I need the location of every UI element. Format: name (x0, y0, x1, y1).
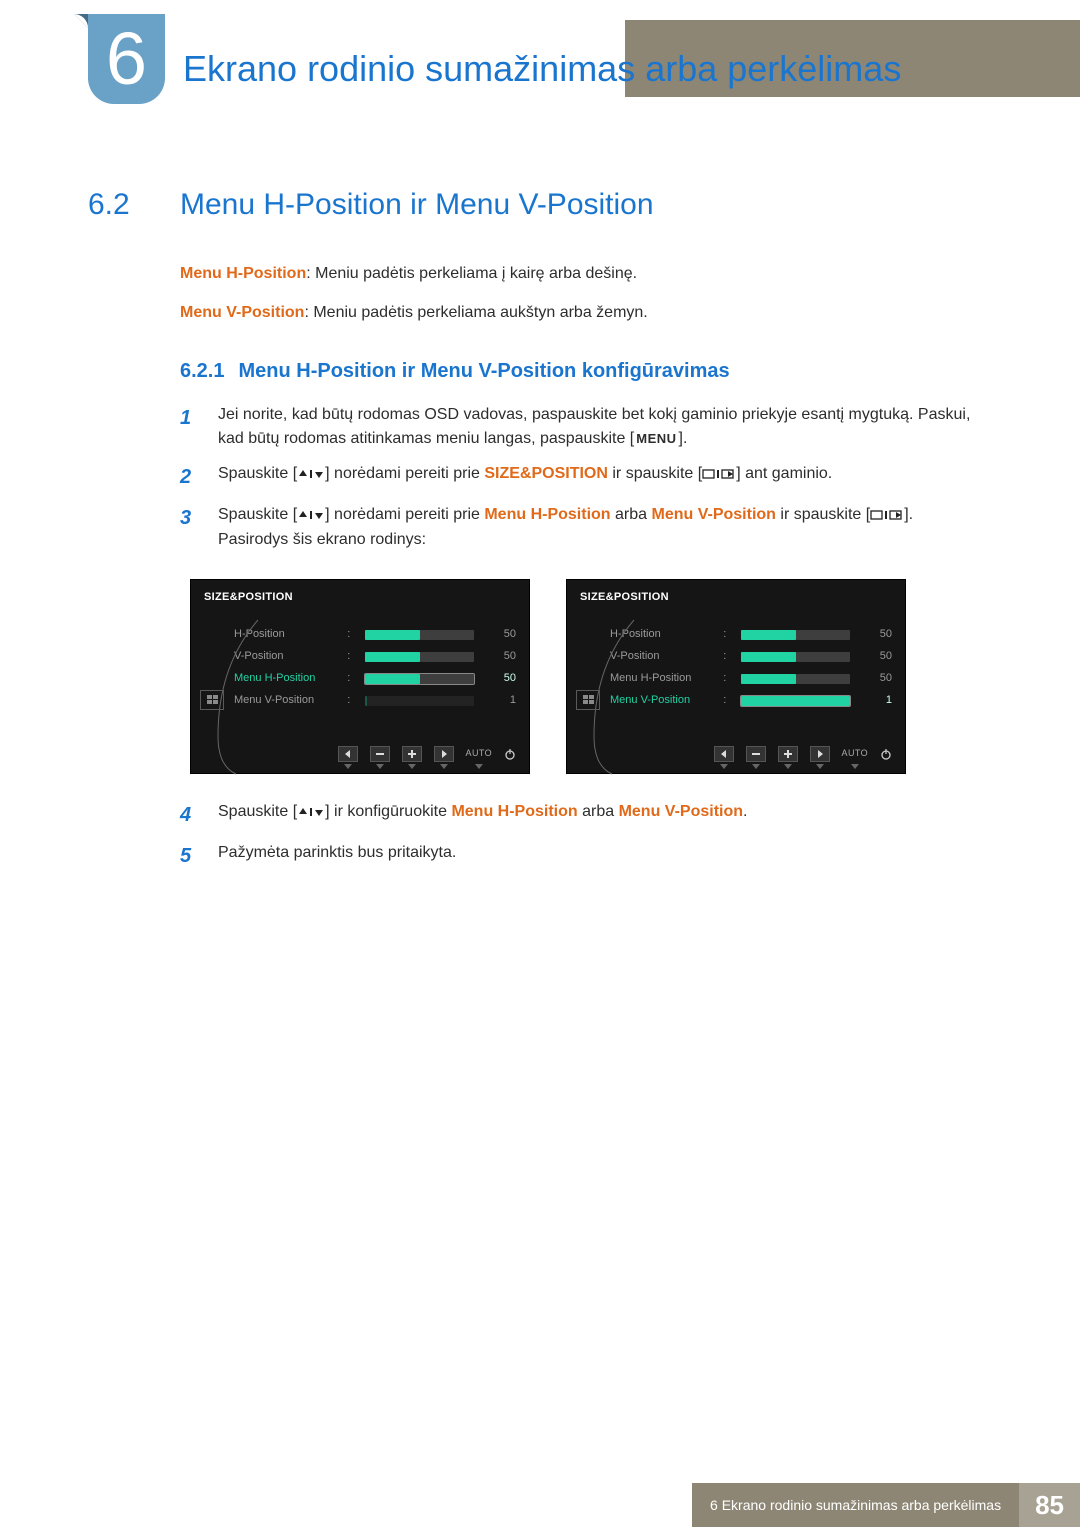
page-footer: 6 Ekrano rodinio sumažinimas arba perkėl… (0, 1483, 1080, 1527)
up-down-icon (297, 509, 325, 521)
intro-h-label: Menu H-Position (180, 265, 306, 282)
osd-row-vpos: V-Position: 50 (610, 646, 892, 668)
section-number: 6.2 (88, 188, 180, 222)
osd-enter-icon (810, 746, 830, 762)
step-num-1: 1 (180, 403, 200, 453)
osd-right: SIZE&POSITION H-Position: 50 V-Position:… (566, 579, 906, 774)
step-num-5: 5 (180, 841, 200, 872)
slider-bar (741, 652, 850, 662)
enter-pair-icon (702, 467, 736, 481)
step-num-4: 4 (180, 800, 200, 831)
chapter-number: 6 (106, 22, 147, 96)
grid-icon (576, 690, 600, 710)
osd-footer: AUTO (190, 734, 530, 774)
step-num-3: 3 (180, 503, 200, 553)
osd-enter-icon (434, 746, 454, 762)
step-5: 5 Pažymėta parinktis bus pritaikyta. (180, 841, 982, 872)
osd-row-hpos: H-Position: 50 (610, 624, 892, 646)
power-icon (880, 748, 892, 760)
intro-h-line: Menu H-Position: Meniu padėtis perkeliam… (180, 262, 982, 287)
grid-icon (200, 690, 224, 710)
osd-minus-icon (746, 746, 766, 762)
slider-bar (365, 652, 474, 662)
power-icon (504, 748, 516, 760)
step-3: 3 Spauskite [] norėdami pereiti prie Men… (180, 503, 982, 553)
up-down-icon (297, 806, 325, 818)
osd-row-menuh-active: Menu H-Position: 50 (234, 668, 516, 690)
step-4-text: Spauskite [] ir konfigūruokite Menu H-Po… (218, 800, 982, 831)
osd-row-menuh: Menu H-Position: 50 (610, 668, 892, 690)
intro-v-label: Menu V-Position (180, 304, 304, 321)
osd-left: SIZE&POSITION H-Position: 50 V-Position:… (190, 579, 530, 774)
step-1-text: Jei norite, kad būtų rodomas OSD vadovas… (218, 403, 982, 453)
steps-list-cont: 4 Spauskite [] ir konfigūruokite Menu H-… (180, 800, 982, 872)
page: 6 Ekrano rodinio sumažinimas arba perkėl… (0, 0, 1080, 1527)
osd-plus-icon (402, 746, 422, 762)
step-3-text: Spauskite [] norėdami pereiti prie Menu … (218, 503, 982, 553)
chapter-badge: 6 (88, 14, 165, 104)
osd-back-icon (714, 746, 734, 762)
menu-label: MENU (634, 430, 678, 447)
slider-bar (365, 630, 474, 640)
subsection-title: Menu H-Position ir Menu V-Position konfi… (238, 356, 729, 387)
osd-minus-icon (370, 746, 390, 762)
subsection-heading: 6.2.1 Menu H-Position ir Menu V-Position… (180, 356, 982, 387)
intro-v-line: Menu V-Position: Meniu padėtis perkeliam… (180, 301, 982, 326)
footer-text: 6 Ekrano rodinio sumažinimas arba perkėl… (692, 1483, 1019, 1527)
osd-title: SIZE&POSITION (566, 579, 906, 616)
step-1: 1 Jei norite, kad būtų rodomas OSD vadov… (180, 403, 982, 453)
slider-bar (741, 630, 850, 640)
step-num-2: 2 (180, 462, 200, 493)
slider-bar (741, 696, 850, 706)
up-down-icon (297, 468, 325, 480)
osd-back-icon (338, 746, 358, 762)
slider-bar (365, 674, 474, 684)
intro-h-text: : Meniu padėtis perkeliama į kairę arba … (306, 265, 637, 282)
osd-footer: AUTO (566, 734, 906, 774)
steps-list: 1 Jei norite, kad būtų rodomas OSD vadov… (180, 403, 982, 553)
step-2: 2 Spauskite [] norėdami pereiti prie SIZ… (180, 462, 982, 493)
slider-bar (365, 696, 474, 706)
badge-corner (74, 14, 88, 28)
step-5-text: Pažymėta parinktis bus pritaikyta. (218, 841, 982, 872)
osd-row-menuv: Menu V-Position: 1 (234, 690, 516, 712)
osd-plus-icon (778, 746, 798, 762)
osd-auto-label: AUTO (842, 747, 868, 761)
osd-title: SIZE&POSITION (190, 579, 530, 616)
page-number: 85 (1019, 1483, 1080, 1527)
osd-row: SIZE&POSITION H-Position: 50 V-Position:… (190, 579, 982, 774)
slider-bar (741, 674, 850, 684)
step-2-text: Spauskite [] norėdami pereiti prie SIZE&… (218, 462, 982, 493)
section-heading: 6.2Menu H-Position ir Menu V-Position (88, 188, 654, 222)
subsection-number: 6.2.1 (180, 356, 224, 387)
osd-row-hpos: H-Position: 50 (234, 624, 516, 646)
section-title: Menu H-Position ir Menu V-Position (180, 188, 654, 221)
body-content: Menu H-Position: Meniu padėtis perkeliam… (180, 248, 982, 882)
osd-row-menuv-active: Menu V-Position: 1 (610, 690, 892, 712)
osd-auto-label: AUTO (466, 747, 492, 761)
step-4: 4 Spauskite [] ir konfigūruokite Menu H-… (180, 800, 982, 831)
enter-pair-icon (870, 508, 904, 522)
osd-row-vpos: V-Position: 50 (234, 646, 516, 668)
intro-v-text: : Meniu padėtis perkeliama aukštyn arba … (304, 304, 647, 321)
chapter-title: Ekrano rodinio sumažinimas arba perkėlim… (183, 48, 901, 90)
